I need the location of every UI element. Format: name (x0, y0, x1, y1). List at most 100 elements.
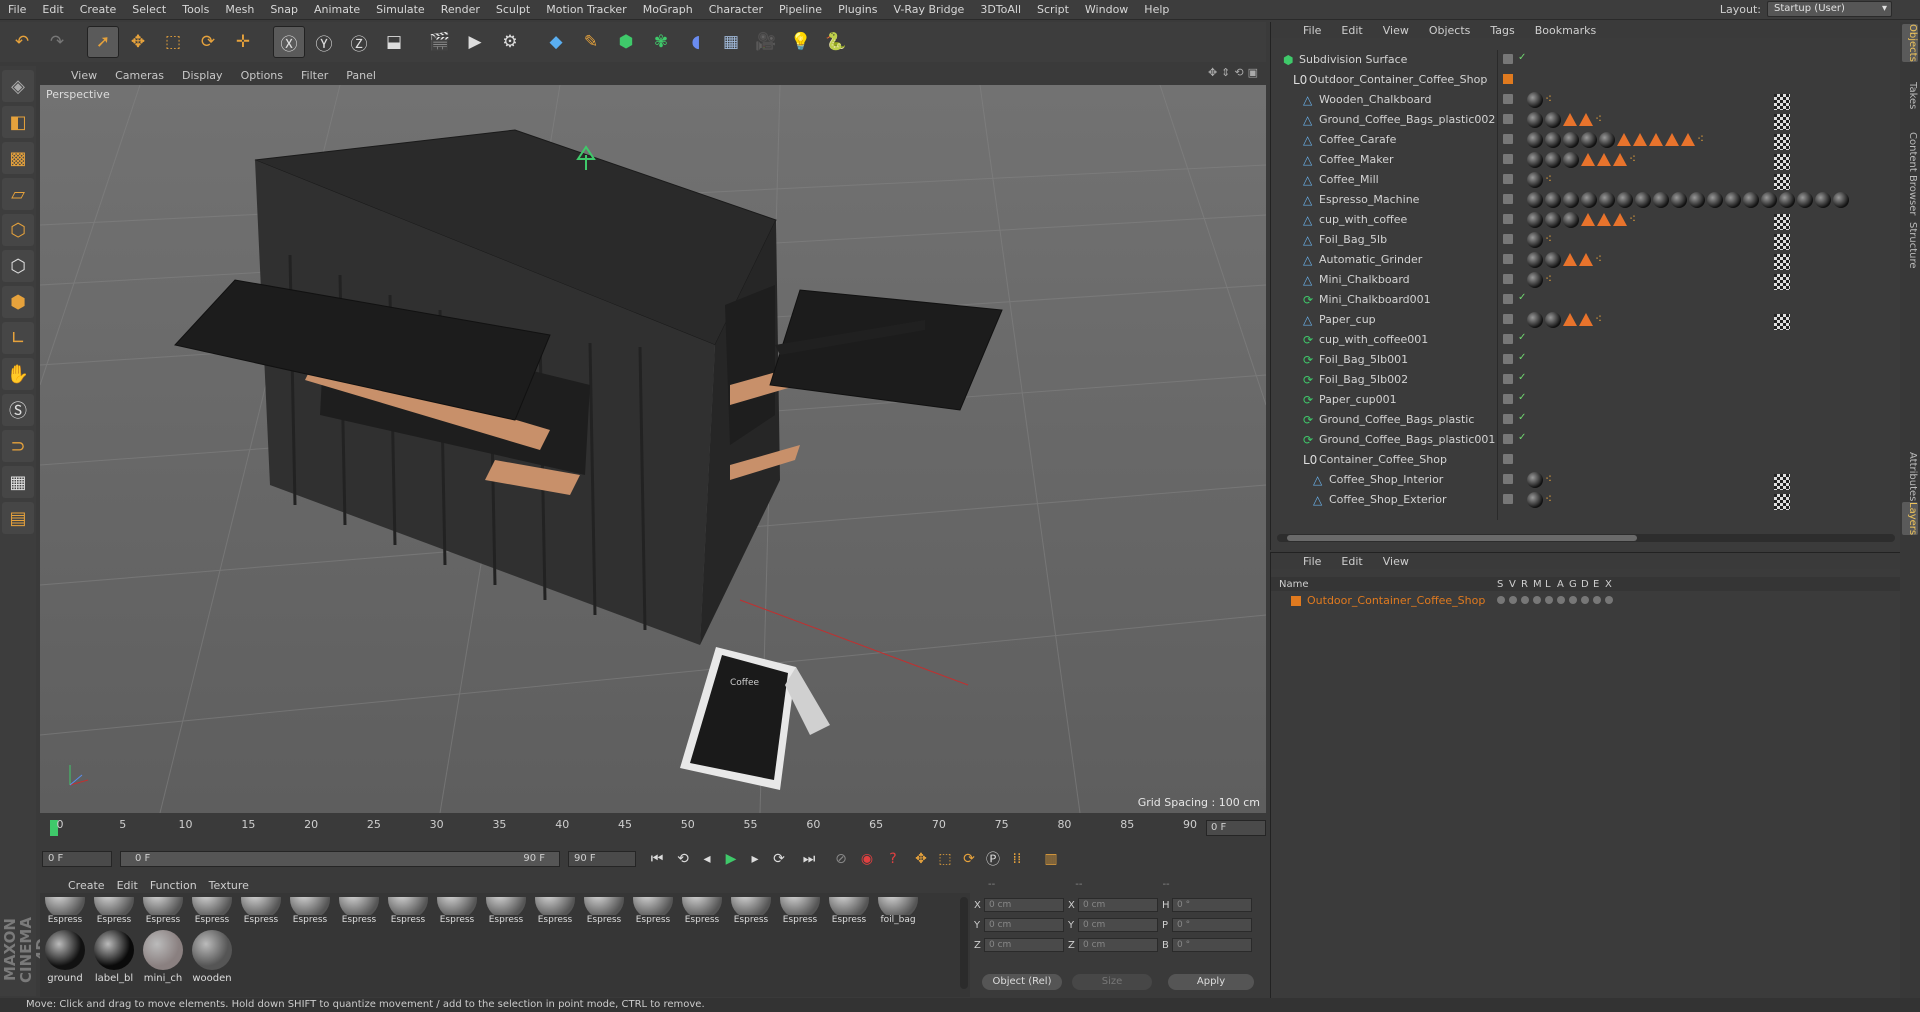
visibility-toggle[interactable] (1503, 234, 1513, 244)
enabled-check-icon[interactable]: ✓ (1518, 372, 1526, 383)
apply-button[interactable]: Apply (1168, 974, 1254, 990)
object-menu-bookmarks[interactable]: Bookmarks (1525, 24, 1606, 37)
material-tag-icon[interactable] (1617, 192, 1633, 208)
layer-flag-icon[interactable] (1581, 596, 1589, 604)
points-mode-icon[interactable]: ⬡ (2, 214, 34, 246)
layer-flag-icon[interactable] (1521, 596, 1529, 604)
record-keys-icon[interactable]: ⊘ (830, 849, 852, 869)
layer-flag-icon[interactable] (1605, 596, 1613, 604)
material-menu-function[interactable]: Function (144, 879, 203, 892)
material-tag-icon[interactable] (1815, 192, 1831, 208)
material-menu-texture[interactable]: Texture (203, 879, 255, 892)
coord-field[interactable]: 0 ° (1172, 898, 1252, 912)
object-row[interactable]: ⟳ cup_with_coffee001 ✓ (1271, 330, 1901, 350)
coord-field[interactable]: 0 ° (1172, 938, 1252, 952)
visibility-toggle[interactable] (1503, 134, 1513, 144)
material-tag-icon[interactable] (1743, 192, 1759, 208)
go-to-end-icon[interactable]: ⏭ (798, 849, 820, 869)
material-tag-icon[interactable] (1527, 492, 1543, 508)
layer-menu-file[interactable]: File (1293, 555, 1331, 568)
uvw-tag-icon[interactable] (1774, 254, 1790, 270)
coord-field[interactable]: 0 cm (984, 898, 1064, 912)
visibility-toggle[interactable] (1503, 334, 1513, 344)
object-row[interactable]: △ Ground_Coffee_Bags_plastic002 ⁖ (1271, 110, 1901, 130)
uvw-tag-icon[interactable] (1774, 134, 1790, 150)
material-tag-icon[interactable] (1545, 312, 1561, 328)
viewport-menu-filter[interactable]: Filter (292, 69, 337, 82)
material-tag-icon[interactable] (1527, 172, 1543, 188)
render-picture-viewer-icon[interactable]: ▶ (459, 26, 491, 58)
material-swatch[interactable]: Espress (826, 897, 872, 925)
menu-v-ray-bridge[interactable]: V-Ray Bridge (885, 0, 972, 20)
phong-tag-icon[interactable]: ⁖ (1545, 172, 1557, 188)
selection-tag-icon[interactable] (1563, 313, 1577, 326)
object-row[interactable]: ⟳ Ground_Coffee_Bags_plastic001 ✓ (1271, 430, 1901, 450)
material-swatch[interactable]: Espress (385, 897, 431, 925)
menu-plugins[interactable]: Plugins (830, 0, 885, 20)
workplane-icon[interactable]: ▱ (2, 178, 34, 210)
material-swatch[interactable]: Espress (91, 897, 137, 925)
snap-icon[interactable]: Ⓢ (2, 394, 34, 426)
move-icon[interactable]: ✥ (122, 26, 154, 58)
coord-field[interactable]: 0 cm (984, 938, 1064, 952)
material-tag-icon[interactable] (1545, 192, 1561, 208)
visibility-toggle[interactable] (1503, 374, 1513, 384)
viewport-menu-view[interactable]: View (62, 69, 106, 82)
enabled-check-icon[interactable]: ✓ (1518, 292, 1526, 303)
layer-flag-icon[interactable] (1569, 596, 1577, 604)
y-axis-icon[interactable]: Ⓨ (308, 26, 340, 58)
material-swatch[interactable]: wooden (189, 927, 235, 987)
next-frame-icon[interactable]: ▸ (744, 849, 766, 869)
planar-workplane-icon[interactable]: ▤ (2, 502, 34, 534)
material-tag-icon[interactable] (1725, 192, 1741, 208)
object-row[interactable]: △ Coffee_Maker ⁖ (1271, 150, 1901, 170)
uvw-tag-icon[interactable] (1774, 234, 1790, 250)
enabled-check-icon[interactable]: ✓ (1518, 392, 1526, 403)
autokey-icon[interactable]: ◉ (856, 849, 878, 869)
viewport-menu-panel[interactable]: Panel (337, 69, 385, 82)
material-tag-icon[interactable] (1527, 472, 1543, 488)
z-axis-icon[interactable]: Ⓩ (343, 26, 375, 58)
lock-workplane-icon[interactable]: ▦ (2, 466, 34, 498)
material-swatch[interactable]: Espress (777, 897, 823, 925)
enabled-check-icon[interactable]: ✓ (1518, 352, 1526, 363)
prev-key-icon[interactable]: ⟲ (672, 849, 694, 869)
object-row[interactable]: △ Coffee_Shop_Exterior ⁖ (1271, 490, 1901, 510)
timeline-ruler[interactable]: 0 5 10 15 20 25 30 35 40 45 50 55 60 65 70 75 80 85 90 0 F (40, 816, 1266, 840)
object-menu-objects[interactable]: Objects (1419, 24, 1481, 37)
material-tag-icon[interactable] (1563, 212, 1579, 228)
coord-field[interactable]: 0 ° (1172, 918, 1252, 932)
maximize-icon[interactable]: ▣ (1248, 66, 1258, 79)
material-swatch[interactable]: Espress (532, 897, 578, 925)
menu-help[interactable]: Help (1136, 0, 1177, 20)
uvw-tag-icon[interactable] (1774, 314, 1790, 330)
render-view-icon[interactable]: 🎬 (424, 26, 456, 58)
material-tag-icon[interactable] (1707, 192, 1723, 208)
object-menu-edit[interactable]: Edit (1331, 24, 1372, 37)
material-tag-icon[interactable] (1581, 192, 1597, 208)
material-tag-icon[interactable] (1545, 132, 1561, 148)
coord-field[interactable]: 0 cm (1078, 918, 1158, 932)
material-swatch[interactable]: Espress (581, 897, 627, 925)
selection-tag-icon[interactable] (1617, 133, 1631, 146)
range-slider[interactable]: 0 F 90 F (120, 851, 560, 867)
selection-tag-icon[interactable] (1581, 153, 1595, 166)
material-tag-icon[interactable] (1779, 192, 1795, 208)
material-swatch[interactable]: Espress (238, 897, 284, 925)
floor-icon[interactable]: ▦ (715, 26, 747, 58)
selection-tag-icon[interactable] (1581, 213, 1595, 226)
key-param-icon[interactable]: Ⓟ (982, 849, 1004, 869)
menu-file[interactable]: File (0, 0, 34, 20)
layer-flag-icon[interactable] (1533, 596, 1541, 604)
visibility-toggle[interactable] (1503, 454, 1513, 464)
coord-field[interactable]: 0 cm (984, 918, 1064, 932)
material-swatch[interactable]: Espress (728, 897, 774, 925)
viewport-menu-display[interactable]: Display (173, 69, 232, 82)
material-tag-icon[interactable] (1527, 152, 1543, 168)
phong-tag-icon[interactable]: ⁖ (1629, 152, 1641, 168)
axis-icon[interactable]: ∟ (2, 322, 34, 354)
visibility-toggle[interactable] (1503, 254, 1513, 264)
magnet-icon[interactable]: ⊃ (2, 430, 34, 462)
material-scrollbar[interactable] (960, 897, 968, 989)
material-tag-icon[interactable] (1527, 192, 1543, 208)
